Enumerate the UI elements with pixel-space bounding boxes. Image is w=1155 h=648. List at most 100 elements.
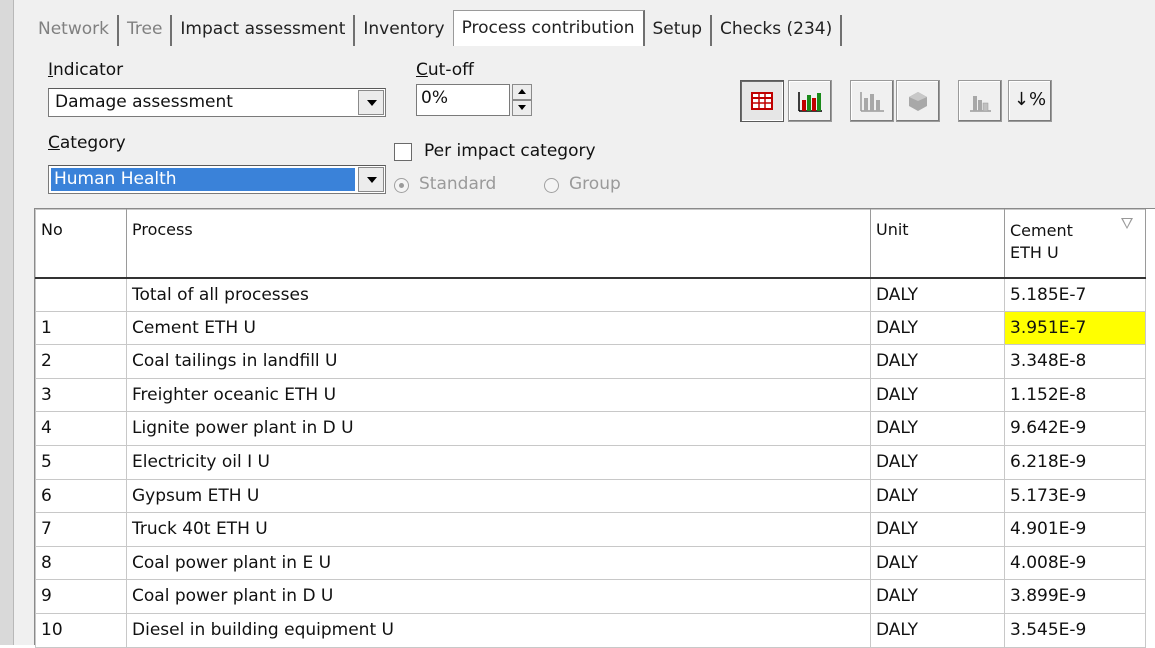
cell-unit[interactable]: DALY bbox=[870, 310, 1005, 346]
cell-unit[interactable]: DALY bbox=[870, 579, 1005, 614]
cell-no[interactable]: 8 bbox=[35, 545, 127, 581]
cell-no[interactable]: 9 bbox=[35, 579, 127, 614]
table-icon bbox=[751, 92, 773, 110]
cell-no[interactable]: 10 bbox=[35, 612, 127, 648]
cell-process[interactable]: Cement ETH U bbox=[126, 310, 871, 346]
tab-tree[interactable]: Tree bbox=[119, 15, 173, 46]
cell-unit[interactable]: DALY bbox=[870, 277, 1005, 312]
cell-unit[interactable]: DALY bbox=[870, 612, 1005, 648]
cell-value[interactable]: 3.899E-9 bbox=[1004, 579, 1146, 614]
sort-descending-icon bbox=[1121, 218, 1133, 229]
cell-value[interactable]: 4.901E-9 bbox=[1004, 512, 1146, 547]
header-process[interactable]: Process bbox=[126, 209, 871, 279]
cell-unit[interactable]: DALY bbox=[870, 545, 1005, 581]
group-label: Group bbox=[569, 174, 621, 194]
table-row[interactable]: 8 Coal power plant in E U DALY 4.008E-9 bbox=[35, 545, 1146, 581]
tab-checks[interactable]: Checks (234) bbox=[712, 15, 843, 46]
cell-no[interactable]: 4 bbox=[35, 411, 127, 446]
cell-no[interactable]: 6 bbox=[35, 478, 127, 514]
table-row[interactable]: 10 Diesel in building equipment U DALY 3.54… bbox=[35, 612, 1146, 648]
cell-value[interactable]: 3.348E-8 bbox=[1004, 344, 1146, 379]
cell-unit[interactable]: DALY bbox=[870, 377, 1005, 413]
category-select[interactable]: Human Health bbox=[48, 165, 386, 194]
cell-process[interactable]: Lignite power plant in D U bbox=[126, 411, 871, 446]
cell-no[interactable]: 1 bbox=[35, 310, 127, 346]
cell-no[interactable] bbox=[35, 277, 127, 312]
pie-chart-button[interactable] bbox=[896, 80, 940, 122]
header-cement-eth-u[interactable]: Cement ETH U bbox=[1004, 209, 1146, 279]
header-unit[interactable]: Unit bbox=[870, 209, 1005, 279]
standard-radio[interactable] bbox=[394, 178, 409, 193]
tab-network[interactable]: Network bbox=[30, 15, 119, 46]
table-row[interactable]: 9 Coal power plant in D U DALY 3.899E-9 bbox=[35, 579, 1146, 614]
cell-process[interactable]: Coal power plant in D U bbox=[126, 579, 871, 614]
cutoff-spinner[interactable] bbox=[512, 84, 532, 116]
cell-no[interactable]: 7 bbox=[35, 512, 127, 547]
indicator-label: Indicator bbox=[48, 60, 124, 80]
tab-inventory[interactable]: Inventory bbox=[355, 15, 452, 46]
cell-no[interactable]: 3 bbox=[35, 377, 127, 413]
cutoff-input[interactable]: 0% bbox=[416, 84, 510, 116]
cell-unit[interactable]: DALY bbox=[870, 478, 1005, 514]
cell-no[interactable]: 5 bbox=[35, 444, 127, 480]
spin-up-icon[interactable] bbox=[512, 84, 532, 100]
header-no[interactable]: No bbox=[35, 209, 127, 279]
tab-process-contribution[interactable]: Process contribution bbox=[452, 10, 645, 46]
stacked-bar-button[interactable] bbox=[850, 80, 894, 122]
cell-process[interactable]: Freighter oceanic ETH U bbox=[126, 377, 871, 413]
cell-value[interactable]: 9.642E-9 bbox=[1004, 411, 1146, 446]
group-chart-button[interactable] bbox=[958, 80, 1002, 122]
cell-value[interactable]: 5.173E-9 bbox=[1004, 478, 1146, 514]
table-row[interactable]: 7 Truck 40t ETH U DALY 4.901E-9 bbox=[35, 512, 1146, 547]
sort-percent-icon: ↓% bbox=[1013, 89, 1047, 110]
tab-setup[interactable]: Setup bbox=[645, 15, 712, 46]
table-row[interactable]: 5 Electricity oil I U DALY 6.218E-9 bbox=[35, 444, 1146, 480]
contribution-table: No Process Unit Cement ETH U Total of al… bbox=[34, 208, 1155, 648]
cell-no[interactable]: 2 bbox=[35, 344, 127, 379]
cell-value[interactable]: 3.545E-9 bbox=[1004, 612, 1146, 648]
table-view-button[interactable] bbox=[740, 80, 784, 122]
indicator-dropdown-button[interactable] bbox=[358, 90, 384, 115]
sort-percent-button[interactable]: ↓% bbox=[1008, 80, 1052, 122]
per-impact-checkbox[interactable] bbox=[394, 143, 412, 161]
indicator-select[interactable]: Damage assessment bbox=[48, 88, 386, 117]
table-row[interactable]: 1 Cement ETH U DALY 3.951E-7 bbox=[35, 310, 1146, 346]
cell-process[interactable]: Coal tailings in landfill U bbox=[126, 344, 871, 379]
tab-bar: Network Tree Impact assessment Inventory… bbox=[30, 8, 843, 46]
group-radio[interactable] bbox=[544, 178, 559, 193]
cell-value[interactable]: 5.185E-7 bbox=[1004, 277, 1146, 312]
cell-process[interactable]: Total of all processes bbox=[126, 277, 871, 312]
category-value: Human Health bbox=[51, 168, 355, 191]
table-row[interactable]: 4 Lignite power plant in D U DALY 9.642E-9 bbox=[35, 411, 1146, 446]
header-cement-line1: Cement bbox=[1010, 221, 1073, 240]
cell-unit[interactable]: DALY bbox=[870, 512, 1005, 547]
cell-value[interactable]: 6.218E-9 bbox=[1004, 444, 1146, 480]
table-row[interactable]: 2 Coal tailings in landfill U DALY 3.348E-8 bbox=[35, 344, 1146, 379]
cell-unit[interactable]: DALY bbox=[870, 344, 1005, 379]
cell-process[interactable]: Truck 40t ETH U bbox=[126, 512, 871, 547]
header-cement-line2: ETH U bbox=[1010, 243, 1059, 262]
cell-value[interactable]: 1.152E-8 bbox=[1004, 377, 1146, 413]
cell-unit[interactable]: DALY bbox=[870, 444, 1005, 480]
table-row[interactable]: 6 Gypsum ETH U DALY 5.173E-9 bbox=[35, 478, 1146, 514]
window-left-edge bbox=[0, 0, 14, 645]
bar-chart-button[interactable] bbox=[788, 80, 832, 122]
cell-process[interactable]: Coal power plant in E U bbox=[126, 545, 871, 581]
cell-value[interactable]: 3.951E-7 bbox=[1004, 310, 1146, 346]
per-impact-label: Per impact category bbox=[424, 141, 596, 161]
cell-process[interactable]: Diesel in building equipment U bbox=[126, 612, 871, 648]
cutoff-label: Cut-off bbox=[416, 60, 474, 80]
bar-chart-icon bbox=[798, 92, 822, 112]
table-row[interactable]: Total of all processes DALY 5.185E-7 bbox=[35, 277, 1146, 312]
indicator-value: Damage assessment bbox=[55, 92, 233, 112]
spin-down-icon[interactable] bbox=[512, 100, 532, 116]
cell-process[interactable]: Gypsum ETH U bbox=[126, 478, 871, 514]
cell-value[interactable]: 4.008E-9 bbox=[1004, 545, 1146, 581]
standard-label: Standard bbox=[419, 174, 497, 194]
process-contribution-window: Network Tree Impact assessment Inventory… bbox=[14, 0, 1155, 648]
table-row[interactable]: 3 Freighter oceanic ETH U DALY 1.152E-8 bbox=[35, 377, 1146, 413]
cell-unit[interactable]: DALY bbox=[870, 411, 1005, 446]
category-dropdown-button[interactable] bbox=[358, 167, 384, 192]
tab-impact-assessment[interactable]: Impact assessment bbox=[172, 15, 356, 46]
cell-process[interactable]: Electricity oil I U bbox=[126, 444, 871, 480]
